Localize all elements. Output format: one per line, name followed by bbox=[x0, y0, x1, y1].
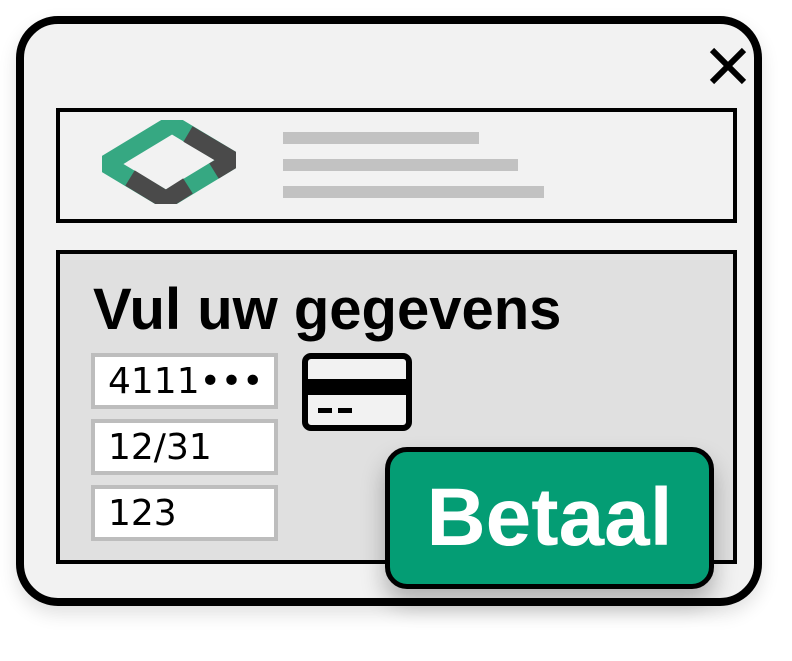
form-title: Vul uw gegevens bbox=[93, 277, 562, 342]
cvc-input[interactable] bbox=[91, 485, 278, 541]
expiry-date-input[interactable] bbox=[91, 419, 278, 475]
card-number-input[interactable] bbox=[91, 353, 278, 409]
close-icon bbox=[709, 47, 747, 85]
pay-button[interactable]: Betaal bbox=[385, 447, 714, 589]
credit-card-icon bbox=[302, 353, 412, 431]
merchant-text-line bbox=[283, 186, 544, 198]
logo-icon bbox=[102, 120, 236, 204]
close-button[interactable] bbox=[702, 40, 754, 92]
merchant-text-line bbox=[283, 132, 479, 144]
merchant-text-line bbox=[283, 159, 518, 171]
